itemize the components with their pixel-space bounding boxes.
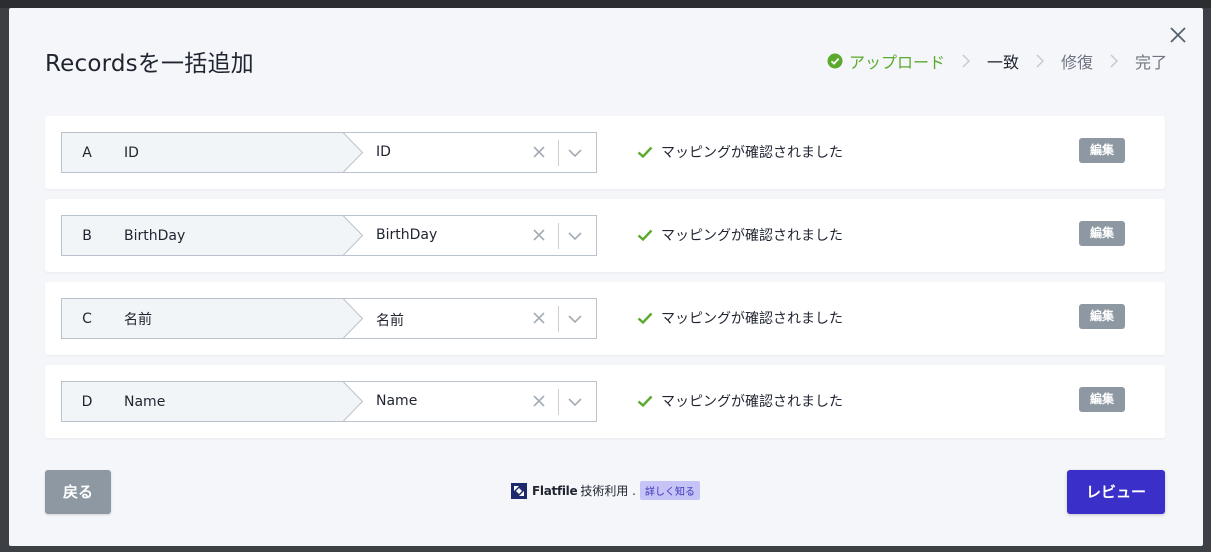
mapping-row: B BirthDay BirthDay マッピングが確認されました 編集 xyxy=(45,199,1165,272)
mapping-row: A ID ID マッピングが確認されました 編集 xyxy=(45,116,1165,189)
step-upload: アップロード xyxy=(827,49,945,73)
close-button[interactable] xyxy=(1167,24,1189,46)
select-divider xyxy=(558,306,559,332)
status-text: マッピングが確認されました xyxy=(661,311,843,327)
chevron-right-icon xyxy=(1036,54,1044,68)
check-icon xyxy=(637,229,653,242)
chevron-down-icon[interactable] xyxy=(567,146,583,160)
source-column: D Name xyxy=(61,381,343,422)
check-circle-icon xyxy=(827,53,843,69)
edit-button[interactable]: 編集 xyxy=(1079,304,1125,329)
status-text: マッピングが確認されました xyxy=(661,394,843,410)
status-text: マッピングが確認されました xyxy=(661,228,843,244)
target-field-value: 名前 xyxy=(376,313,404,329)
progress-steps: アップロード 一致 修復 完了 xyxy=(827,50,1167,72)
target-field-value: Name xyxy=(376,393,418,409)
select-divider xyxy=(558,389,559,415)
step-label: アップロード xyxy=(848,53,945,72)
target-field-value: BirthDay xyxy=(376,227,438,243)
check-icon xyxy=(637,312,653,325)
flatfile-logo-icon xyxy=(511,482,527,499)
source-column-name: 名前 xyxy=(124,311,152,328)
select-divider xyxy=(558,223,559,249)
chevron-right-icon xyxy=(962,54,970,68)
select-divider xyxy=(558,140,559,166)
clear-icon[interactable] xyxy=(532,228,546,242)
source-column: C 名前 xyxy=(61,298,343,339)
column-letter: C xyxy=(82,310,92,327)
mapping-status: マッピングが確認されました xyxy=(637,142,843,162)
target-field-select[interactable]: 名前 xyxy=(342,298,597,339)
target-field-select[interactable]: BirthDay xyxy=(342,215,597,256)
step-repair: 修復 xyxy=(1061,49,1093,73)
check-icon xyxy=(637,146,653,159)
chevron-down-icon[interactable] xyxy=(567,395,583,409)
target-field-select[interactable]: Name xyxy=(342,381,597,422)
edit-button[interactable]: 編集 xyxy=(1079,138,1125,163)
backdrop xyxy=(0,0,1211,8)
review-button[interactable]: レビュー xyxy=(1067,470,1165,514)
check-icon xyxy=(637,395,653,408)
mapping-row: D Name Name マッピングが確認されました 編集 xyxy=(45,365,1165,438)
brand-name: Flatfile xyxy=(532,483,578,498)
column-letter: B xyxy=(82,227,92,244)
status-text: マッピングが確認されました xyxy=(661,145,843,161)
target-field-value: ID xyxy=(376,144,391,160)
back-button[interactable]: 戻る xyxy=(45,470,111,514)
column-letter: A xyxy=(82,144,92,161)
mapping-status: マッピングが確認されました xyxy=(637,308,843,328)
learn-more-link[interactable]: 詳しく知る xyxy=(639,481,700,500)
source-column-name: BirthDay xyxy=(124,227,186,244)
source-column: A ID xyxy=(61,132,343,173)
step-complete: 完了 xyxy=(1135,49,1167,73)
chevron-down-icon[interactable] xyxy=(567,229,583,243)
mapping-row: C 名前 名前 マッピングが確認されました 編集 xyxy=(45,282,1165,355)
chevron-down-icon[interactable] xyxy=(567,312,583,326)
edit-button[interactable]: 編集 xyxy=(1079,221,1125,246)
step-label: 一致 xyxy=(986,53,1019,72)
chevron-right-icon xyxy=(1110,54,1118,68)
clear-icon[interactable] xyxy=(532,311,546,325)
edit-button[interactable]: 編集 xyxy=(1079,387,1125,412)
step-match: 一致 xyxy=(987,49,1019,73)
target-field-select[interactable]: ID xyxy=(342,132,597,173)
powered-by-text: 技術利用 . xyxy=(580,484,636,498)
bulk-add-modal: Recordsを一括追加 アップロード 一致 修復 完了 A ID ID マッピ… xyxy=(9,8,1203,546)
step-label: 修復 xyxy=(1060,53,1093,72)
source-column-name: Name xyxy=(124,393,166,410)
source-column-name: ID xyxy=(124,144,139,161)
mapping-status: マッピングが確認されました xyxy=(637,225,843,245)
mapping-status: マッピングが確認されました xyxy=(637,391,843,411)
column-letter: D xyxy=(81,393,93,410)
clear-icon[interactable] xyxy=(532,394,546,408)
step-label: 完了 xyxy=(1134,53,1167,72)
close-icon xyxy=(1170,27,1186,43)
powered-by: Flatfile 技術利用 . 詳しく知る xyxy=(511,481,700,500)
source-column: B BirthDay xyxy=(61,215,343,256)
modal-title: Recordsを一括追加 xyxy=(45,51,254,77)
clear-icon[interactable] xyxy=(532,145,546,159)
